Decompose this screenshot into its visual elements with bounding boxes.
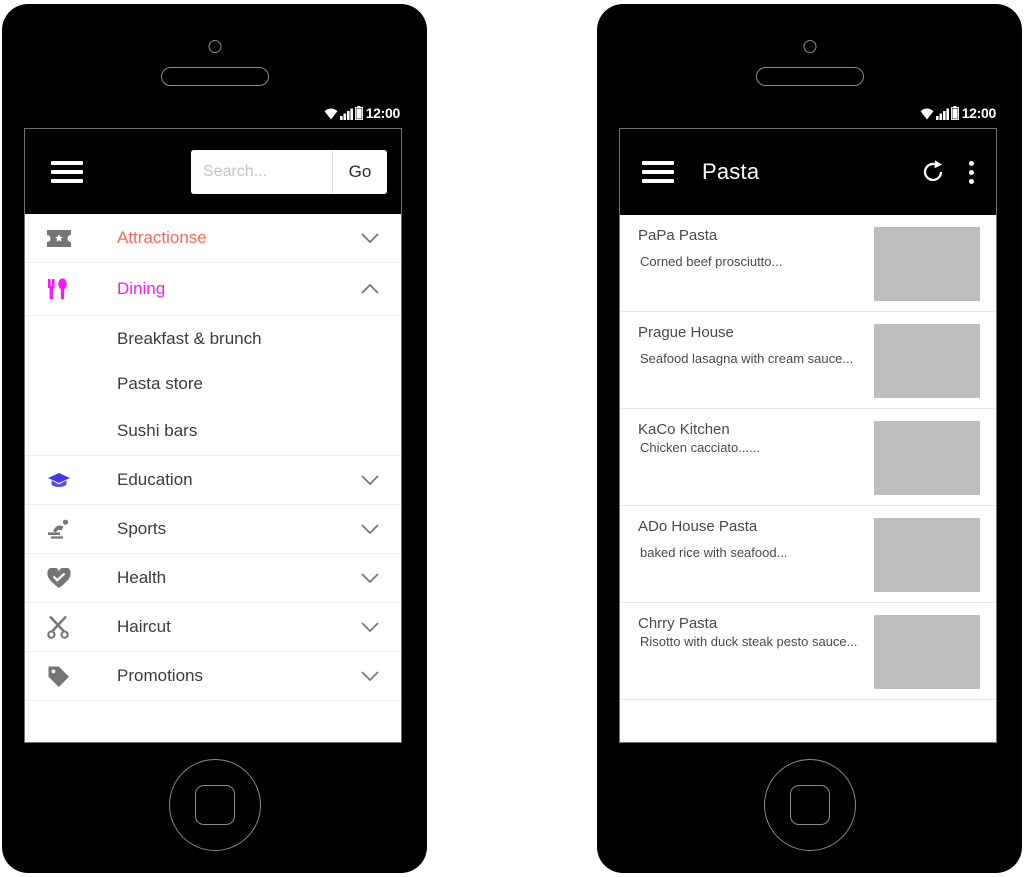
drawer-item-label: Health: [117, 568, 167, 587]
hamburger-icon[interactable]: [642, 161, 674, 183]
cutlery-icon: [47, 277, 81, 301]
chevron-down-icon[interactable]: [361, 621, 379, 633]
chevron-down-icon[interactable]: [361, 523, 379, 535]
chevron-down-icon[interactable]: [361, 474, 379, 486]
list-item-description: Chicken cacciato......: [640, 440, 760, 455]
page-title: Pasta: [702, 159, 760, 184]
chevron-down-icon[interactable]: [361, 670, 379, 682]
drawer-item-attractionse[interactable]: Attractionse: [25, 214, 401, 263]
drawer-item-education[interactable]: Education: [25, 456, 401, 505]
tag-icon: [47, 665, 81, 688]
chevron-down-icon[interactable]: [361, 572, 379, 584]
home-button-inner: [194, 785, 235, 825]
restaurant-result-list: PaPa Pasta Corned beef prosciutto... Pra…: [620, 215, 996, 742]
battery-icon: [950, 106, 959, 120]
app-bar-right: Pasta: [620, 129, 996, 215]
drawer-subitem-label: Breakfast & brunch: [117, 328, 262, 348]
drawer-item-health[interactable]: Health: [25, 554, 401, 603]
list-item-title: Chrry Pasta: [638, 615, 718, 632]
drawer-item-haircut[interactable]: Haircut: [25, 603, 401, 652]
signal-icon: [935, 108, 949, 120]
list-item-thumbnail: [874, 227, 980, 301]
front-camera-icon: [803, 40, 816, 53]
hamburger-icon[interactable]: [51, 160, 83, 183]
earpiece-speaker: [160, 67, 269, 86]
sports-icon: [47, 519, 81, 539]
list-item[interactable]: PaPa Pasta Corned beef prosciutto...: [620, 215, 996, 312]
front-camera-icon: [208, 40, 221, 53]
drawer-item-label: Attractionse: [117, 228, 207, 247]
status-bar-left: 12:00: [324, 103, 400, 123]
chevron-up-icon[interactable]: [361, 283, 379, 295]
drawer-subitem-pasta-store[interactable]: Pasta store: [25, 361, 401, 406]
chevron-down-icon[interactable]: [361, 232, 379, 244]
drawer-item-label: Promotions: [117, 666, 203, 685]
drawer-item-label: Haircut: [117, 617, 171, 636]
app-bar-left: Go: [25, 129, 401, 214]
list-item[interactable]: Chrry Pasta Risotto with duck steak pest…: [620, 603, 996, 700]
list-item-description: Risotto with duck steak pesto sauce...: [640, 634, 858, 649]
wifi-icon: [324, 108, 338, 119]
list-item-title: KaCo Kitchen: [638, 421, 730, 438]
heart-check-icon: [47, 567, 81, 589]
search-input[interactable]: [191, 149, 332, 194]
screen-left: Go Attractionse: [24, 128, 402, 743]
list-item-description: Seafood lasagna with cream sauce...: [640, 351, 854, 366]
wifi-icon: [920, 108, 934, 119]
drawer-item-label: Education: [117, 470, 193, 489]
graduation-cap-icon: [47, 471, 81, 489]
list-item[interactable]: KaCo Kitchen Chicken cacciato......: [620, 409, 996, 506]
list-item-thumbnail: [874, 324, 980, 398]
overflow-menu-icon[interactable]: [963, 159, 980, 186]
list-item[interactable]: ADo House Pasta baked rice with seafood.…: [620, 506, 996, 603]
list-item-title: PaPa Pasta: [638, 227, 718, 244]
list-item-title: Prague House: [638, 324, 734, 341]
list-item-title: ADo House Pasta: [638, 518, 758, 535]
navigation-drawer-list: Attractionse Dining Breakfast & brunch P…: [25, 214, 401, 742]
drawer-item-promotions[interactable]: Promotions: [25, 652, 401, 701]
status-bar-clock: 12:00: [365, 105, 401, 121]
hardware-home-button[interactable]: [763, 759, 856, 851]
drawer-item-label: Dining: [117, 279, 166, 298]
drawer-subitem-sushi-bars[interactable]: Sushi bars: [25, 406, 401, 456]
drawer-subitem-label: Sushi bars: [117, 420, 198, 440]
status-bar-right: 12:00: [920, 103, 996, 123]
status-bar-clock: 12:00: [961, 105, 997, 121]
home-button-inner: [789, 785, 830, 825]
app-bar-actions: [921, 159, 980, 186]
earpiece-speaker: [755, 67, 864, 86]
drawer-subitem-label: Pasta store: [117, 373, 203, 393]
drawer-item-dining[interactable]: Dining: [25, 263, 401, 316]
list-item-thumbnail: [874, 421, 980, 495]
drawer-item-sports[interactable]: Sports: [25, 505, 401, 554]
list-item-text: PaPa Pasta Corned beef prosciutto...: [638, 227, 864, 269]
battery-icon: [354, 106, 363, 120]
list-item-thumbnail: [874, 615, 980, 689]
list-item-thumbnail: [874, 518, 980, 592]
refresh-icon[interactable]: [921, 160, 945, 184]
signal-icon: [339, 108, 353, 120]
ticket-icon: [47, 229, 81, 247]
list-item-text: KaCo Kitchen Chicken cacciato......: [638, 421, 864, 455]
list-item-description: Corned beef prosciutto...: [640, 254, 783, 269]
drawer-subitem-breakfast-brunch[interactable]: Breakfast & brunch: [25, 316, 401, 361]
search-go-button[interactable]: Go: [332, 149, 387, 194]
list-item-text: ADo House Pasta baked rice with seafood.…: [638, 518, 864, 560]
list-item-text: Chrry Pasta Risotto with duck steak pest…: [638, 615, 864, 649]
list-item-text: Prague House Seafood lasagna with cream …: [638, 324, 864, 366]
drawer-item-label: Sports: [117, 519, 167, 538]
hardware-home-button[interactable]: [168, 759, 261, 851]
search-bar: Go: [191, 149, 387, 194]
screenshot-root: 12:00 Go Attractionse: [0, 0, 1024, 877]
list-item-description: baked rice with seafood...: [640, 545, 788, 560]
scissors-icon: [47, 615, 81, 639]
screen-right: Pasta PaPa Pasta Corned beef prosciutto.…: [619, 128, 997, 743]
list-item[interactable]: Prague House Seafood lasagna with cream …: [620, 312, 996, 409]
